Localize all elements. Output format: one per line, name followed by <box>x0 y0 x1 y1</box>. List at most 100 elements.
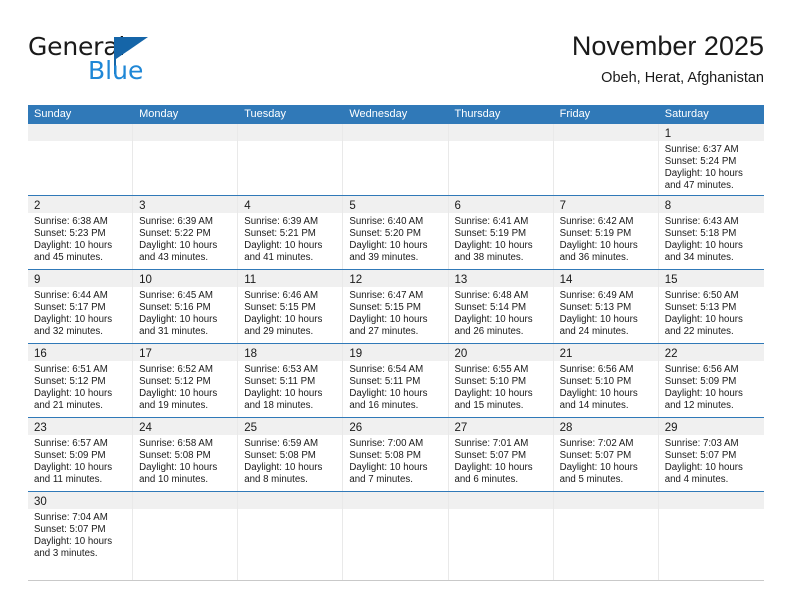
day-number: 8 <box>664 200 672 212</box>
day-cell-7[interactable]: 7 Sunrise: 6:42 AM Sunset: 5:19 PM Daylight… <box>553 196 659 269</box>
day-detail-line: Daylight: 10 hours <box>664 388 743 400</box>
title-block: November 2025 Obeh, Herat, Afghanistan <box>572 30 764 88</box>
day-detail-line: Sunrise: 6:52 AM <box>139 364 213 375</box>
day-number-strip: 11 <box>238 270 343 287</box>
day-cell-28[interactable]: 28 Sunrise: 7:02 AM Sunset: 5:07 PM Dayligh… <box>553 418 659 491</box>
day-details: Sunrise: 6:48 AM Sunset: 5:14 PM Daylight:… <box>449 287 553 338</box>
day-number-strip <box>28 124 133 141</box>
day-details: Sunrise: 6:43 AM Sunset: 5:18 PM Daylight:… <box>659 213 764 264</box>
day-details: Sunrise: 6:53 AM Sunset: 5:11 PM Daylight:… <box>238 361 342 412</box>
day-number: 29 <box>664 422 678 434</box>
day-detail-line: and 34 minutes. <box>664 252 734 264</box>
day-cell-8[interactable]: 8 Sunrise: 6:43 AM Sunset: 5:18 PM Daylight… <box>658 196 764 269</box>
day-detail-line: Sunset: 5:08 PM <box>244 450 316 462</box>
day-cell-12[interactable]: 12 Sunrise: 6:47 AM Sunset: 5:15 PM Dayligh… <box>343 270 449 343</box>
day-cell-24[interactable]: 24 Sunrise: 6:58 AM Sunset: 5:08 PM Dayligh… <box>133 418 239 491</box>
day-number: 10 <box>139 274 152 286</box>
day-details <box>133 509 237 512</box>
day-detail-line: Sunset: 5:14 PM <box>454 302 527 314</box>
day-cell-29[interactable]: 29 Sunrise: 7:03 AM Sunset: 5:07 PM Dayligh… <box>658 418 764 491</box>
day-number: 6 <box>454 200 461 212</box>
day-number: 19 <box>349 348 363 360</box>
day-detail-line: Sunrise: 6:57 AM <box>34 438 108 449</box>
day-cell-3[interactable]: 3 Sunrise: 6:39 AM Sunset: 5:22 PM Daylight… <box>133 196 239 269</box>
calendar-weeks: 1 Sunrise: 6:37 AM Sunset: 5:24 PM Daylight… <box>28 124 764 581</box>
day-detail-line: Sunrise: 6:45 AM <box>139 290 213 301</box>
day-cell-19[interactable]: 19 Sunrise: 6:54 AM Sunset: 5:11 PM Dayligh… <box>343 344 449 417</box>
day-detail-line: Sunrise: 7:02 AM <box>559 438 634 449</box>
day-detail-line: and 4 minutes. <box>664 474 729 486</box>
day-number-strip <box>133 492 238 509</box>
day-cell-30[interactable]: 30 Sunrise: 7:04 AM Sunset: 5:07 PM Dayligh… <box>28 492 134 580</box>
day-detail-line: Sunrise: 6:41 AM <box>454 216 529 227</box>
day-cell-9[interactable]: 9 Sunrise: 6:44 AM Sunset: 5:17 PM Daylight… <box>28 270 134 343</box>
day-detail-line: Sunset: 5:10 PM <box>454 376 527 388</box>
day-cell-15[interactable]: 15 Sunrise: 6:50 AM Sunset: 5:13 PM Dayligh… <box>658 270 764 343</box>
day-detail-line: Sunset: 5:15 PM <box>244 302 316 314</box>
day-cell-25[interactable]: 25 Sunrise: 6:59 AM Sunset: 5:08 PM Dayligh… <box>238 418 344 491</box>
day-number: 11 <box>244 274 257 286</box>
day-detail-line: Daylight: 10 hours <box>139 314 218 326</box>
day-number-strip <box>133 124 238 141</box>
day-detail-line: and 12 minutes. <box>664 400 734 412</box>
day-cell-21[interactable]: 21 Sunrise: 6:56 AM Sunset: 5:10 PM Dayligh… <box>553 344 659 417</box>
day-cell-26[interactable]: 26 Sunrise: 7:00 AM Sunset: 5:08 PM Dayligh… <box>343 418 449 491</box>
day-cell-4[interactable]: 4 Sunrise: 6:39 AM Sunset: 5:21 PM Daylight… <box>238 196 344 269</box>
day-number-strip: 30 <box>28 492 133 509</box>
day-details: Sunrise: 7:02 AM Sunset: 5:07 PM Daylight:… <box>554 435 658 486</box>
day-cell-10[interactable]: 10 Sunrise: 6:45 AM Sunset: 5:16 PM Dayligh… <box>133 270 239 343</box>
day-number-strip <box>553 492 658 509</box>
day-cell-18[interactable]: 18 Sunrise: 6:53 AM Sunset: 5:11 PM Dayligh… <box>238 344 344 417</box>
day-cell-11[interactable]: 11 Sunrise: 6:46 AM Sunset: 5:15 PM Dayligh… <box>238 270 344 343</box>
day-number-strip: 1 <box>658 124 764 141</box>
day-cell-empty <box>553 124 659 195</box>
day-detail-line: and 39 minutes. <box>349 252 419 264</box>
day-cell-22[interactable]: 22 Sunrise: 6:56 AM Sunset: 5:09 PM Dayligh… <box>658 344 764 417</box>
day-cell-20[interactable]: 20 Sunrise: 6:55 AM Sunset: 5:10 PM Dayligh… <box>448 344 554 417</box>
day-detail-line: Sunrise: 6:49 AM <box>559 290 634 301</box>
day-detail-line: and 18 minutes. <box>244 400 314 412</box>
brand-logo[interactable]: General Blue <box>28 34 168 90</box>
day-details <box>133 141 237 144</box>
day-detail-line: Daylight: 10 hours <box>244 314 323 326</box>
day-number-strip: 20 <box>448 344 553 361</box>
day-number-strip: 16 <box>28 344 133 361</box>
day-detail-line: Sunset: 5:08 PM <box>139 450 211 462</box>
day-details: Sunrise: 7:03 AM Sunset: 5:07 PM Daylight:… <box>659 435 764 486</box>
day-cell-5[interactable]: 5 Sunrise: 6:40 AM Sunset: 5:20 PM Daylight… <box>343 196 449 269</box>
day-cell-17[interactable]: 17 Sunrise: 6:52 AM Sunset: 5:12 PM Dayligh… <box>133 344 239 417</box>
weekday-header-saturday: Saturday <box>664 108 709 120</box>
day-cell-27[interactable]: 27 Sunrise: 7:01 AM Sunset: 5:07 PM Dayligh… <box>448 418 554 491</box>
day-details <box>554 509 658 512</box>
day-detail-line: and 8 minutes. <box>244 474 308 486</box>
day-cell-2[interactable]: 2 Sunrise: 6:38 AM Sunset: 5:23 PM Daylight… <box>28 196 134 269</box>
day-detail-line: Daylight: 10 hours <box>34 536 113 548</box>
day-detail-line: Sunset: 5:09 PM <box>34 450 106 462</box>
day-detail-line: Sunrise: 6:37 AM <box>664 144 739 155</box>
day-number: 26 <box>349 422 363 434</box>
day-cell-23[interactable]: 23 Sunrise: 6:57 AM Sunset: 5:09 PM Dayligh… <box>28 418 134 491</box>
day-detail-line: and 6 minutes. <box>454 474 519 486</box>
day-detail-line: and 41 minutes. <box>244 252 314 264</box>
day-detail-line: Sunrise: 6:44 AM <box>34 290 108 301</box>
day-number: 7 <box>559 200 567 212</box>
day-details: Sunrise: 7:00 AM Sunset: 5:08 PM Daylight:… <box>343 435 447 486</box>
day-detail-line: Sunrise: 6:40 AM <box>349 216 424 227</box>
day-cell-6[interactable]: 6 Sunrise: 6:41 AM Sunset: 5:19 PM Daylight… <box>448 196 554 269</box>
day-cell-1[interactable]: 1 Sunrise: 6:37 AM Sunset: 5:24 PM Daylight… <box>658 124 764 195</box>
day-detail-line: Sunrise: 6:58 AM <box>139 438 213 449</box>
day-number-strip: 12 <box>343 270 448 287</box>
day-number: 4 <box>244 200 251 212</box>
day-cell-13[interactable]: 13 Sunrise: 6:48 AM Sunset: 5:14 PM Dayligh… <box>448 270 554 343</box>
day-detail-line: Daylight: 10 hours <box>349 388 428 400</box>
day-number-strip: 29 <box>658 418 764 435</box>
day-details <box>238 141 342 144</box>
day-number: 21 <box>559 348 573 360</box>
day-cell-14[interactable]: 14 Sunrise: 6:49 AM Sunset: 5:13 PM Dayligh… <box>553 270 659 343</box>
day-details: Sunrise: 6:39 AM Sunset: 5:21 PM Daylight:… <box>238 213 342 264</box>
day-number-strip: 3 <box>133 196 238 213</box>
day-details: Sunrise: 6:47 AM Sunset: 5:15 PM Daylight:… <box>343 287 447 338</box>
day-detail-line: Sunset: 5:16 PM <box>139 302 211 314</box>
day-cell-16[interactable]: 16 Sunrise: 6:51 AM Sunset: 5:12 PM Dayligh… <box>28 344 134 417</box>
day-detail-line: Sunset: 5:12 PM <box>139 376 211 388</box>
